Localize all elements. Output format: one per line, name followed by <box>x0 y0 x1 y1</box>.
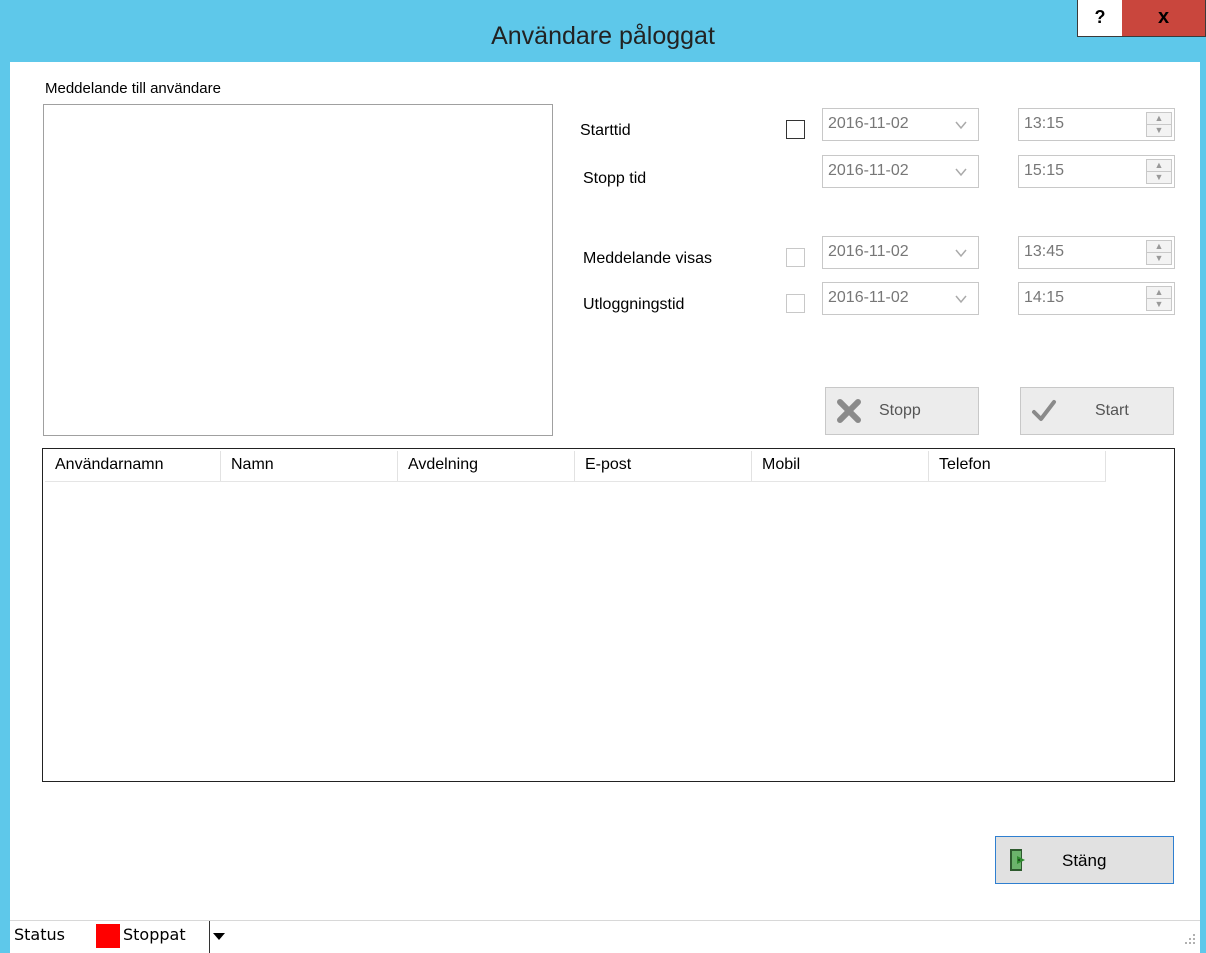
spin-down-icon[interactable]: ▼ <box>1147 299 1171 310</box>
spin-arrows-icon[interactable]: ▲ ▼ <box>1146 112 1172 137</box>
stop-time-value: 15:15 <box>1024 162 1065 179</box>
window-title: Användare påloggat <box>491 22 715 50</box>
close-window-button[interactable]: x <box>1122 0 1206 37</box>
start-time-label: Starttid <box>580 122 631 139</box>
logout-time-checkbox[interactable] <box>786 294 805 313</box>
message-shown-checkbox[interactable] <box>786 248 805 267</box>
column-header-username[interactable]: Användarnamn <box>45 451 221 481</box>
exit-door-icon <box>1008 848 1028 872</box>
help-button[interactable]: ? <box>1077 0 1123 37</box>
logout-date-value: 2016-11-02 <box>828 289 909 306</box>
column-header-mobile[interactable]: Mobil <box>752 451 929 481</box>
close-button[interactable]: Stäng <box>995 836 1174 884</box>
column-header-name[interactable]: Namn <box>221 451 398 481</box>
status-indicator <box>96 924 120 948</box>
dialog-body: Meddelande till användare Starttid 2016-… <box>10 62 1200 920</box>
close-button-label: Stäng <box>1062 851 1107 870</box>
message-shown-time-value: 13:45 <box>1024 243 1065 260</box>
column-header-department[interactable]: Avdelning <box>398 451 575 481</box>
app-window: Användare påloggat ? x Meddelande till a… <box>0 0 1206 953</box>
stop-date-value: 2016-11-02 <box>828 162 909 179</box>
start-button[interactable]: Start <box>1020 387 1174 435</box>
spin-up-icon[interactable]: ▲ <box>1147 160 1171 172</box>
spin-arrows-icon[interactable]: ▲ ▼ <box>1146 240 1172 265</box>
message-textbox[interactable] <box>43 104 553 436</box>
checkmark-icon <box>1031 398 1057 424</box>
spin-up-icon[interactable]: ▲ <box>1147 241 1171 253</box>
chevron-down-icon[interactable] <box>954 246 968 260</box>
grid-header: Användarnamn Namn Avdelning E-post Mobil… <box>45 451 1106 482</box>
spin-arrows-icon[interactable]: ▲ ▼ <box>1146 159 1172 184</box>
stop-time-label: Stopp tid <box>583 170 647 187</box>
message-shown-label: Meddelande visas <box>583 250 712 267</box>
spin-down-icon[interactable]: ▼ <box>1147 253 1171 264</box>
x-icon <box>836 398 862 424</box>
stop-time-picker[interactable]: 15:15 ▲ ▼ <box>1018 155 1175 188</box>
stop-button-label: Stopp <box>879 402 921 419</box>
title-bar[interactable]: Användare påloggat ? x <box>0 0 1206 62</box>
users-grid[interactable]: Användarnamn Namn Avdelning E-post Mobil… <box>42 448 1175 782</box>
column-header-phone[interactable]: Telefon <box>929 451 1106 481</box>
logout-time-value: 14:15 <box>1024 289 1065 306</box>
message-shown-date-picker[interactable]: 2016-11-02 <box>822 236 979 269</box>
start-date-value: 2016-11-02 <box>828 115 909 132</box>
start-time-value: 13:15 <box>1024 115 1065 132</box>
column-header-email[interactable]: E-post <box>575 451 752 481</box>
chevron-down-icon[interactable] <box>954 118 968 132</box>
spin-arrows-icon[interactable]: ▲ ▼ <box>1146 286 1172 311</box>
logout-time-label: Utloggningstid <box>583 296 685 313</box>
start-time-checkbox[interactable] <box>786 120 805 139</box>
spin-down-icon[interactable]: ▼ <box>1147 172 1171 183</box>
status-label: Status <box>14 925 65 944</box>
stop-date-picker[interactable]: 2016-11-02 <box>822 155 979 188</box>
start-button-label: Start <box>1095 402 1129 419</box>
status-value: Stoppat <box>123 925 186 944</box>
stop-button[interactable]: Stopp <box>825 387 979 435</box>
logout-date-picker[interactable]: 2016-11-02 <box>822 282 979 315</box>
message-shown-date-value: 2016-11-02 <box>828 243 909 260</box>
message-label: Meddelande till användare <box>45 80 221 97</box>
message-shown-time-picker[interactable]: 13:45 ▲ ▼ <box>1018 236 1175 269</box>
status-dropdown-button[interactable] <box>209 921 229 953</box>
start-time-picker[interactable]: 13:15 ▲ ▼ <box>1018 108 1175 141</box>
resize-grip-icon[interactable] <box>1182 931 1196 945</box>
chevron-down-icon[interactable] <box>954 165 968 179</box>
logout-time-picker[interactable]: 14:15 ▲ ▼ <box>1018 282 1175 315</box>
chevron-down-icon[interactable] <box>954 292 968 306</box>
spin-down-icon[interactable]: ▼ <box>1147 125 1171 136</box>
spin-up-icon[interactable]: ▲ <box>1147 113 1171 125</box>
spin-up-icon[interactable]: ▲ <box>1147 287 1171 299</box>
start-date-picker[interactable]: 2016-11-02 <box>822 108 979 141</box>
